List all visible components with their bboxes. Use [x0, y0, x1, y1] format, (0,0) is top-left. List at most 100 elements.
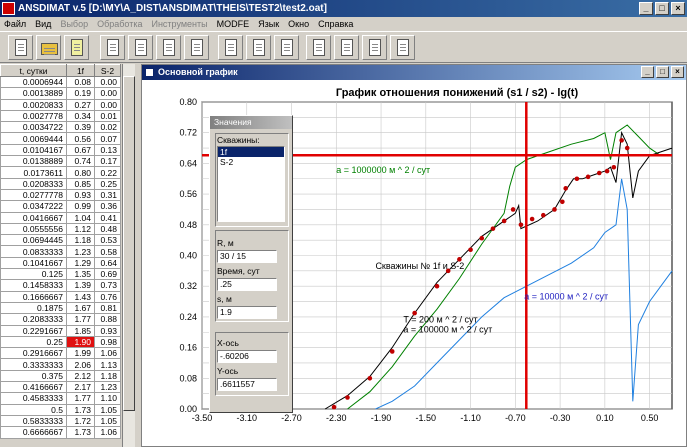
table-cell[interactable]: 0.1875	[0, 301, 67, 315]
table-cell[interactable]: 0.08	[66, 75, 95, 89]
table-row[interactable]: 0.0277778 0.93 0.31	[0, 188, 121, 202]
graph-minimize-button[interactable]: _	[641, 66, 654, 78]
table-cell[interactable]: 0.93	[66, 188, 95, 202]
table-cell[interactable]: 0.3333333	[0, 358, 67, 371]
table-cell[interactable]: 0.4166667	[0, 381, 67, 394]
table-cell[interactable]: 0.80	[66, 166, 95, 179]
table-cell[interactable]: 0.19	[66, 87, 95, 100]
table-cell[interactable]: 0.67	[66, 143, 95, 157]
table-row[interactable]: 0.0020833 0.27 0.00	[0, 98, 121, 111]
table-cell[interactable]: 1.06	[94, 347, 121, 360]
table-row[interactable]: 0.5 1.73 1.05	[0, 403, 121, 416]
table-row[interactable]: 0.125 1.35 0.69	[0, 268, 121, 281]
col-header-s2[interactable]: S-2	[94, 64, 121, 77]
table-cell[interactable]: 1.18	[94, 369, 121, 383]
y-axis-field[interactable]: .6611557	[217, 378, 277, 391]
well-item-1f[interactable]: 1f	[218, 147, 284, 157]
table-cell[interactable]: 1.73	[66, 426, 95, 439]
toolbar-button-9[interactable]	[274, 35, 299, 60]
table-cell[interactable]: 0.56	[66, 132, 95, 145]
table-cell[interactable]: 0.17	[94, 155, 121, 168]
table-cell[interactable]: 0.0104167	[0, 143, 67, 157]
table-cell[interactable]: 0.69	[94, 268, 121, 281]
table-cell[interactable]: 0.22	[94, 166, 121, 179]
table-cell[interactable]: 1.85	[66, 324, 95, 337]
table-row[interactable]: 0.25 1.90 0.98	[0, 335, 121, 349]
scrollbar-thumb[interactable]	[123, 76, 135, 411]
minimize-button[interactable]: _	[639, 2, 653, 15]
table-cell[interactable]: 0.93	[94, 324, 121, 337]
table-cell[interactable]: 0.0069444	[0, 132, 67, 145]
table-cell[interactable]: 0.13	[94, 143, 121, 157]
table-cell[interactable]: 1.99	[66, 347, 95, 360]
table-row[interactable]: 0.4166667 2.17 1.23	[0, 381, 121, 394]
table-cell[interactable]: 0.07	[94, 132, 121, 145]
graph-maximize-button[interactable]: □	[656, 66, 669, 78]
table-cell[interactable]: 1.43	[66, 290, 95, 303]
table-row[interactable]: 0.0173611 0.80 0.22	[0, 166, 121, 179]
table-cell[interactable]: 0.0833333	[0, 245, 67, 258]
table-cell[interactable]: 1.05	[94, 403, 121, 416]
table-cell[interactable]: 0.98	[94, 335, 121, 349]
table-row[interactable]: 0.0069444 0.56 0.07	[0, 132, 121, 145]
table-cell[interactable]: 0.85	[66, 177, 95, 190]
menu-item-8[interactable]: Справка	[318, 19, 353, 29]
menu-item-6[interactable]: Язык	[258, 19, 279, 29]
toolbar-button-13[interactable]	[390, 35, 415, 60]
table-cell[interactable]: 1.77	[66, 313, 95, 326]
table-cell[interactable]: 0.1666667	[0, 290, 67, 303]
table-cell[interactable]: 0.5	[0, 403, 67, 416]
table-cell[interactable]: 0.375	[0, 369, 67, 383]
table-cell[interactable]: 1.29	[66, 256, 95, 270]
table-cell[interactable]: 0.00	[94, 87, 121, 100]
close-button[interactable]: ×	[671, 2, 685, 15]
table-cell[interactable]: 0.125	[0, 268, 67, 281]
table-row[interactable]: 0.0138889 0.74 0.17	[0, 155, 121, 168]
table-cell[interactable]: 0.58	[94, 245, 121, 258]
table-cell[interactable]: 0.76	[94, 290, 121, 303]
table-cell[interactable]: 0.0027778	[0, 109, 67, 123]
table-cell[interactable]: 0.81	[94, 301, 121, 315]
table-cell[interactable]: 1.12	[66, 222, 95, 236]
toolbar-button-8[interactable]	[246, 35, 271, 60]
toolbar-button-7[interactable]	[218, 35, 243, 60]
table-row[interactable]: 0.0027778 0.34 0.01	[0, 109, 121, 123]
table-cell[interactable]: 0.0034722	[0, 121, 67, 134]
table-cell[interactable]: 0.99	[66, 200, 95, 213]
table-cell[interactable]: 0.36	[94, 200, 121, 213]
toolbar-button-10[interactable]	[306, 35, 331, 60]
table-cell[interactable]: 0.0347222	[0, 200, 67, 213]
table-row[interactable]: 0.0104167 0.67 0.13	[0, 143, 121, 157]
table-cell[interactable]: 0.0006944	[0, 75, 67, 89]
table-cell[interactable]: 1.90	[66, 335, 95, 349]
table-cell[interactable]: 1.06	[94, 426, 121, 439]
table-cell[interactable]: 0.6666667	[0, 426, 67, 439]
table-cell[interactable]: 0.0277778	[0, 188, 67, 202]
table-cell[interactable]: 0.0208333	[0, 177, 67, 190]
table-row[interactable]: 0.0013889 0.19 0.00	[0, 87, 121, 100]
table-cell[interactable]: 0.0416667	[0, 211, 67, 224]
table-cell[interactable]: 1.67	[66, 301, 95, 315]
toolbar-button-1[interactable]	[36, 35, 61, 60]
table-cell[interactable]: 0.53	[94, 234, 121, 247]
table-row[interactable]: 0.4583333 1.77 1.10	[0, 392, 121, 405]
table-cell[interactable]: 2.06	[66, 358, 95, 371]
table-cell[interactable]: 1.72	[66, 414, 95, 428]
table-cell[interactable]: 0.00	[94, 98, 121, 111]
maximize-button[interactable]: □	[655, 2, 669, 15]
table-cell[interactable]: 1.23	[66, 245, 95, 258]
table-row[interactable]: 0.5833333 1.72 1.05	[0, 414, 121, 428]
table-row[interactable]: 0.3333333 2.06 1.13	[0, 358, 121, 371]
table-cell[interactable]: 0.0013889	[0, 87, 67, 100]
table-cell[interactable]: 0.2291667	[0, 324, 67, 337]
toolbar-button-6[interactable]	[184, 35, 209, 60]
table-cell[interactable]: 0.25	[94, 177, 121, 190]
table-cell[interactable]: 0.64	[94, 256, 121, 270]
table-row[interactable]: 0.0555556 1.12 0.48	[0, 222, 121, 236]
r-field[interactable]: 30 / 15	[217, 250, 277, 263]
table-row[interactable]: 0.2291667 1.85 0.93	[0, 324, 121, 337]
table-cell[interactable]: 0.27	[66, 98, 95, 111]
table-row[interactable]: 0.0416667 1.04 0.41	[0, 211, 121, 224]
table-cell[interactable]: 2.12	[66, 369, 95, 383]
toolbar-button-11[interactable]	[334, 35, 359, 60]
